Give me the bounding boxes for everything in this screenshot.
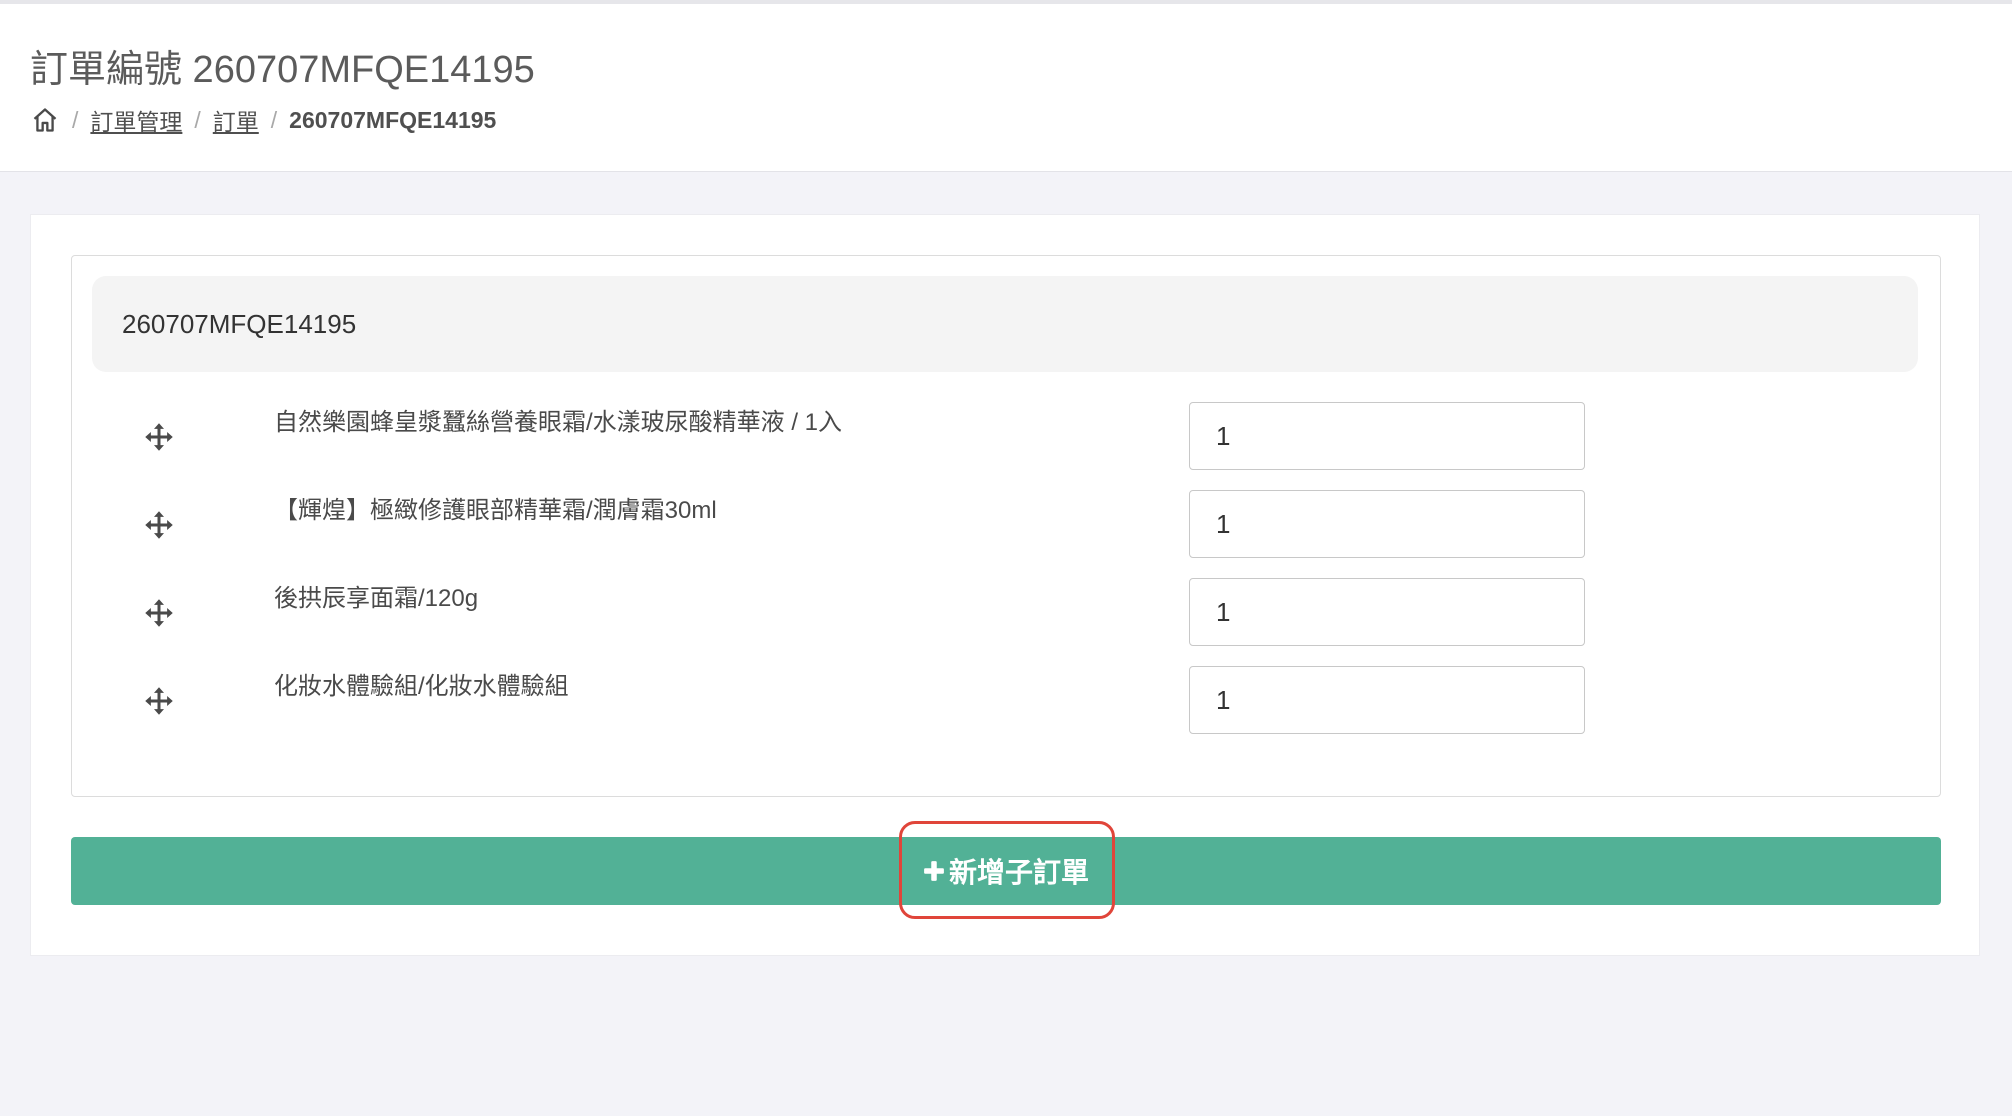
home-icon[interactable] xyxy=(30,105,60,135)
page-title: 訂單編號 260707MFQE14195 xyxy=(30,49,535,91)
list-item: 後拱辰享面霜/120g xyxy=(72,578,1942,646)
item-name: 【輝煌】極緻修護眼部精華霜/潤膚霜30ml xyxy=(274,497,717,524)
add-suborder-label: 新增子訂單 xyxy=(948,857,1089,888)
breadcrumb-separator: / xyxy=(194,106,201,133)
list-item: 【輝煌】極緻修護眼部精華霜/潤膚霜30ml xyxy=(72,490,1942,558)
breadcrumb-orders[interactable]: 訂單 xyxy=(213,103,259,137)
quantity-input[interactable] xyxy=(1189,402,1585,470)
breadcrumb-current: 260707MFQE14195 xyxy=(289,106,497,133)
breadcrumb-separator: / xyxy=(72,106,79,133)
list-item: 化妝水體驗組/化妝水體驗組 xyxy=(72,666,1942,734)
page-header: 訂單編號 260707MFQE14195 / 訂單管理 / 訂單 / 26070… xyxy=(0,4,2012,172)
list-item: 自然樂園蜂皇漿蠶絲營養眼霜/水漾玻尿酸精華液 / 1入 xyxy=(72,402,1942,470)
quantity-input[interactable] xyxy=(1189,578,1585,646)
quantity-input[interactable] xyxy=(1189,666,1585,734)
quantity-input[interactable] xyxy=(1189,490,1585,558)
item-name: 自然樂園蜂皇漿蠶絲營養眼霜/水漾玻尿酸精華液 / 1入 xyxy=(274,409,843,436)
breadcrumb: / 訂單管理 / 訂單 / 260707MFQE14195 xyxy=(30,100,496,140)
suborder-id: 260707MFQE14195 xyxy=(122,308,357,339)
item-name: 化妝水體驗組/化妝水體驗組 xyxy=(274,673,569,700)
move-icon[interactable] xyxy=(144,686,174,716)
move-icon[interactable] xyxy=(144,422,174,452)
item-name: 後拱辰享面霜/120g xyxy=(274,585,479,612)
suborder-box: 260707MFQE14195 自然樂園蜂皇漿蠶絲營養眼霜/水漾玻尿酸精華液 /… xyxy=(71,255,1941,797)
add-suborder-button[interactable]: 新增子訂單 xyxy=(71,837,1941,905)
order-card: 260707MFQE14195 自然樂園蜂皇漿蠶絲營養眼霜/水漾玻尿酸精華液 /… xyxy=(30,214,1980,956)
move-icon[interactable] xyxy=(144,510,174,540)
breadcrumb-order-management[interactable]: 訂單管理 xyxy=(90,103,182,137)
breadcrumb-separator: / xyxy=(270,106,278,133)
plus-icon xyxy=(923,860,945,882)
move-icon[interactable] xyxy=(144,598,174,628)
suborder-header: 260707MFQE14195 xyxy=(92,276,1918,372)
